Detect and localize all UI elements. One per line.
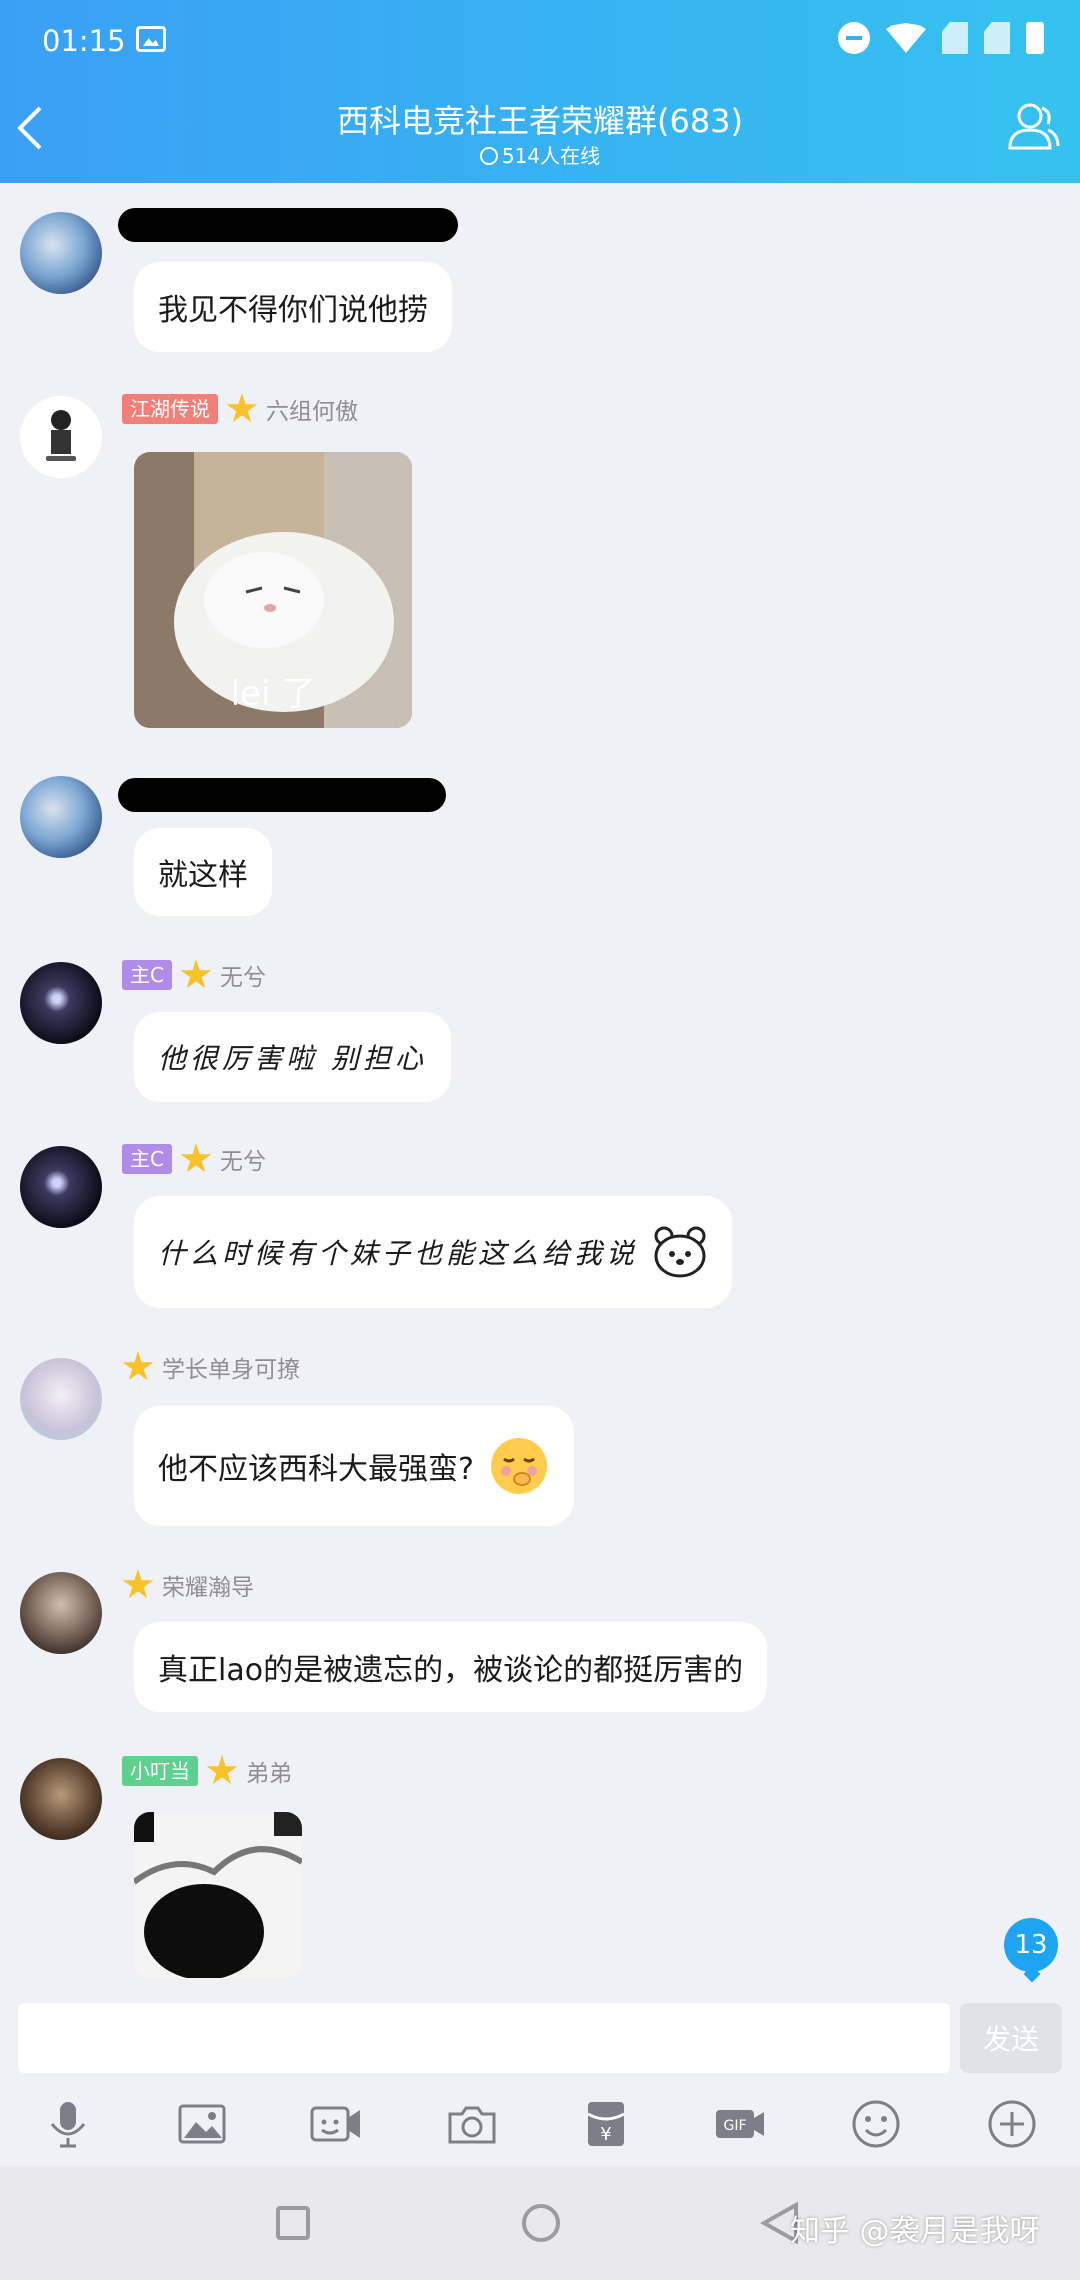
avatar[interactable] xyxy=(20,1758,102,1840)
avatar[interactable] xyxy=(20,1572,102,1654)
message-bubble[interactable]: 他很厉害啦 别担心 xyxy=(134,1012,451,1102)
online-count: 514人在线 xyxy=(0,140,1080,169)
send-button[interactable]: 发送 xyxy=(960,2003,1062,2073)
emoji-icon[interactable] xyxy=(850,2098,902,2150)
home-icon[interactable] xyxy=(522,2204,560,2242)
sim-2-icon xyxy=(984,22,1010,54)
sender-meta: 江湖传说 六组何傲 xyxy=(122,392,358,426)
svg-text:¥: ¥ xyxy=(600,2124,611,2145)
member-badge: 主C xyxy=(122,1144,172,1174)
member-badge: 小叮当 xyxy=(122,1756,198,1786)
sender-meta: 小叮当 弟弟 xyxy=(122,1754,292,1788)
sender-meta: 荣耀瀚导 xyxy=(122,1568,254,1602)
sender-nickname[interactable]: 弟弟 xyxy=(246,1754,292,1788)
composer-toolbar: ¥ GIF xyxy=(0,2088,1080,2160)
group-members-icon[interactable] xyxy=(1006,100,1060,154)
do-not-disturb-icon xyxy=(838,22,870,54)
avatar[interactable] xyxy=(20,1146,102,1228)
gallery-notification-icon xyxy=(136,26,166,52)
redacted-nickname xyxy=(118,208,458,242)
star-icon xyxy=(180,959,212,989)
chat-header: 01:15 西科电竞社王者荣耀群(683) 514人在线 xyxy=(0,0,1080,183)
message-bubble[interactable]: 他不应该西科大最强蛮? xyxy=(134,1406,574,1526)
shy-face-emoji-icon xyxy=(490,1438,547,1494)
message-bubble[interactable]: 就这样 xyxy=(134,828,272,916)
member-badge: 江湖传说 xyxy=(122,394,218,424)
group-title: 西科电竞社王者荣耀群(683) xyxy=(336,102,744,140)
svg-text:GIF: GIF xyxy=(723,2118,746,2134)
sender-nickname[interactable]: 无兮 xyxy=(220,1142,266,1176)
sender-nickname[interactable]: 六组何傲 xyxy=(266,392,358,426)
message-text: 什么时候有个妹子也能这么给我说 xyxy=(158,1237,639,1270)
battery-icon xyxy=(1026,22,1044,54)
plus-icon[interactable] xyxy=(986,2098,1038,2150)
recent-apps-icon[interactable] xyxy=(276,2206,310,2240)
avatar[interactable] xyxy=(20,212,102,294)
status-time: 01:15 xyxy=(42,24,126,58)
avatar[interactable] xyxy=(20,396,102,478)
sim-1-icon xyxy=(942,22,968,54)
avatar[interactable] xyxy=(20,776,102,858)
star-icon xyxy=(122,1569,154,1599)
star-icon xyxy=(206,1755,238,1785)
image-message[interactable]: lei 了 xyxy=(134,452,412,728)
sender-meta: 主C 无兮 xyxy=(122,1142,266,1176)
sender-meta: 主C 无兮 xyxy=(122,958,266,992)
meme-face-image xyxy=(134,1812,302,1978)
avatar[interactable] xyxy=(20,1358,102,1440)
gif-icon[interactable]: GIF xyxy=(714,2098,766,2150)
sender-nickname[interactable]: 学长单身可撩 xyxy=(162,1350,300,1384)
wifi-icon xyxy=(886,23,926,53)
message-input[interactable] xyxy=(18,2003,950,2073)
unread-count-badge[interactable]: 13 xyxy=(1004,1918,1058,1972)
watermark: 知乎 @袭月是我呀 xyxy=(790,2214,1040,2249)
star-icon xyxy=(122,1351,154,1381)
red-packet-icon[interactable]: ¥ xyxy=(580,2098,632,2150)
message-bubble[interactable]: 真正lao的是被遗忘的，被谈论的都挺厉害的 xyxy=(134,1622,768,1712)
sender-nickname[interactable]: 无兮 xyxy=(220,958,266,992)
star-icon xyxy=(226,393,258,423)
video-call-icon[interactable] xyxy=(310,2098,362,2150)
image-message[interactable] xyxy=(134,1812,302,1978)
online-status-icon xyxy=(479,147,498,165)
redacted-nickname xyxy=(118,778,446,812)
avatar-figure-icon xyxy=(46,410,76,461)
message-bubble[interactable]: 我见不得你们说他捞 xyxy=(134,262,452,352)
mic-icon[interactable] xyxy=(42,2098,94,2150)
message-bubble[interactable]: 什么时候有个妹子也能这么给我说 xyxy=(134,1196,733,1308)
image-caption: lei 了 xyxy=(230,674,316,714)
sender-nickname[interactable]: 荣耀瀚导 xyxy=(162,1568,254,1602)
sender-meta: 学长单身可撩 xyxy=(122,1350,300,1384)
bear-emoji-icon xyxy=(654,1226,706,1278)
avatar[interactable] xyxy=(20,962,102,1044)
star-icon xyxy=(180,1143,212,1173)
status-icons xyxy=(838,22,1044,54)
camera-icon[interactable] xyxy=(446,2098,498,2150)
member-badge: 主C xyxy=(122,960,172,990)
message-text: 他不应该西科大最强蛮? xyxy=(158,1452,474,1487)
image-icon[interactable] xyxy=(176,2098,228,2150)
